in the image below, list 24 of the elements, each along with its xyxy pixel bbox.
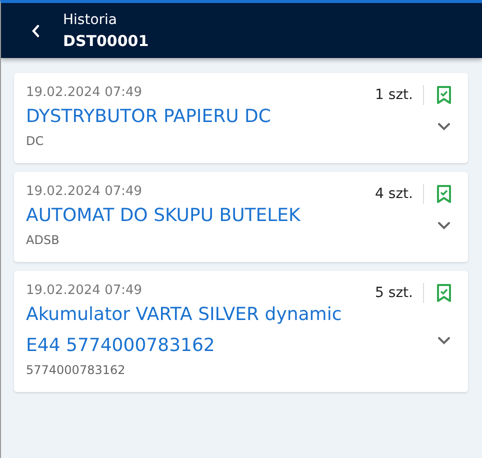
item-card[interactable]: 19.02.2024 07:49 DYSTRYBUTOR PAPIERU DC DC 1 szt. xyxy=(14,73,468,163)
bookmark-check-icon[interactable] xyxy=(436,85,452,105)
item-date: 19.02.2024 07:49 xyxy=(26,283,142,298)
chevron-down-icon[interactable] xyxy=(437,336,451,344)
header-title: Historia xyxy=(63,12,118,28)
header-subtitle: DST00001 xyxy=(63,32,149,50)
item-code: 5774000783162 xyxy=(26,363,126,377)
item-date: 19.02.2024 07:49 xyxy=(26,184,142,199)
bookmark-check-icon[interactable] xyxy=(436,184,452,204)
item-name: Akumulator VARTA SILVER dynamic E44 5774000783162 xyxy=(26,303,343,358)
item-quantity: 5 szt. xyxy=(375,285,413,301)
item-name: DYSTRYBUTOR PAPIERU DC xyxy=(26,105,271,129)
item-quantity: 4 szt. xyxy=(375,186,413,202)
item-card[interactable]: 19.02.2024 07:49 Akumulator VARTA SILVER dynamic E44 5774000783162 5774000783162 5 szt. xyxy=(14,271,468,392)
item-date: 19.02.2024 07:49 xyxy=(26,85,142,100)
item-code: DC xyxy=(26,134,44,148)
back-icon xyxy=(31,24,41,38)
bookmark-check-icon[interactable] xyxy=(436,283,452,303)
chevron-down-icon[interactable] xyxy=(437,221,451,230)
chevron-down-icon[interactable] xyxy=(437,122,451,131)
item-quantity: 1 szt. xyxy=(375,87,413,103)
item-code: ADSB xyxy=(26,233,60,247)
item-card[interactable]: 19.02.2024 07:49 AUTOMAT DO SKUPU BUTELEK ADSB 4 szt. xyxy=(14,172,468,262)
item-name: AUTOMAT DO SKUPU BUTELEK xyxy=(26,204,300,228)
